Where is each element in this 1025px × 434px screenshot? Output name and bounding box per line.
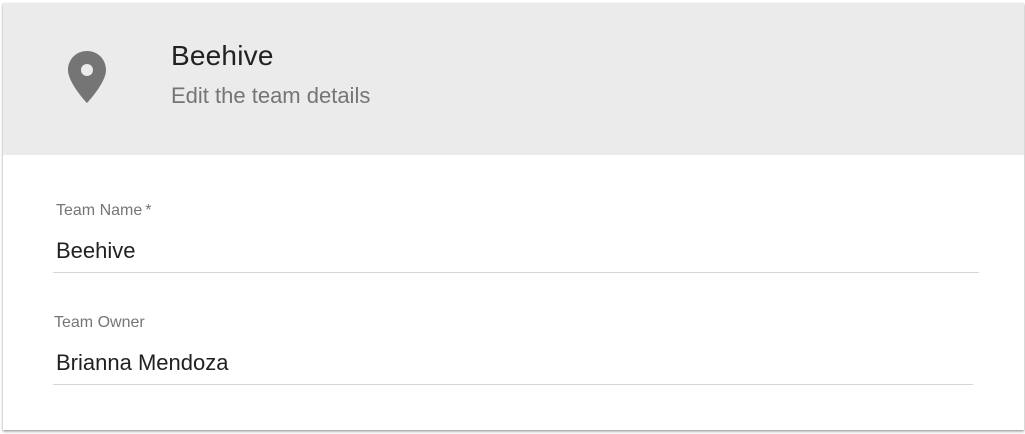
team-name-label: Team Name * — [56, 202, 151, 220]
team-owner-input[interactable] — [53, 348, 973, 378]
team-name-field: Team Name * — [53, 202, 979, 278]
team-owner-label: Team Owner — [54, 314, 145, 331]
team-name-input[interactable] — [53, 236, 979, 266]
map-marker-icon — [68, 51, 106, 103]
page-title: Beehive — [171, 40, 274, 71]
team-owner-underline — [53, 384, 973, 385]
page-subtitle: Edit the team details — [171, 83, 371, 108]
team-details-card: Beehive Edit the team details Team Name *… — [3, 3, 1024, 430]
team-name-label-text: Team Name — [56, 202, 143, 219]
team-name-underline — [53, 272, 979, 273]
team-owner-field: Team Owner — [53, 314, 973, 390]
card-header: Beehive Edit the team details — [3, 3, 1024, 155]
required-marker: * — [145, 202, 152, 219]
